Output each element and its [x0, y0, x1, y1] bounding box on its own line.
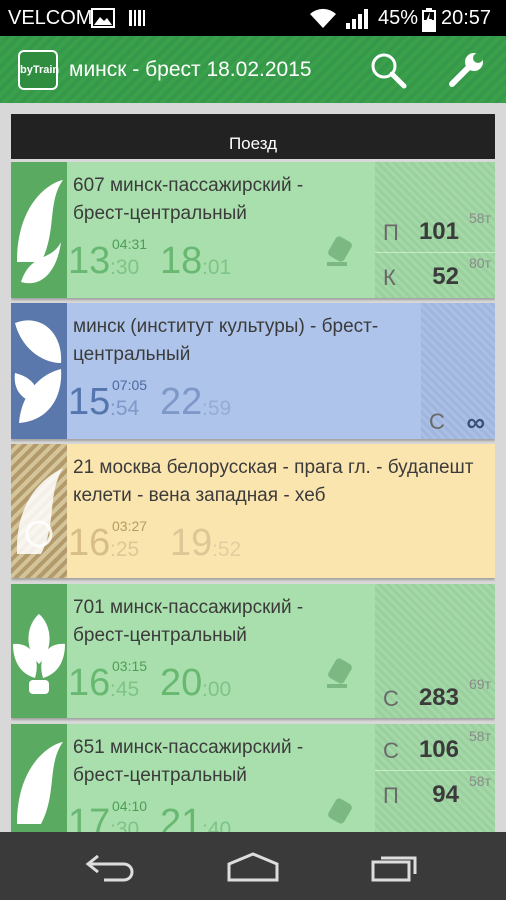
travel-duration: 03:27	[112, 518, 148, 534]
seat-price: 80т	[469, 255, 491, 271]
arrival-hour: 19	[170, 522, 213, 564]
train-list[interactable]: 607 минск-пассажирский - брест-центральн…	[11, 162, 495, 832]
seat-class: С	[383, 738, 399, 763]
wrench-icon[interactable]	[446, 50, 486, 90]
seat-class: С	[383, 686, 399, 711]
departure-hour: 13	[68, 240, 111, 282]
seat-price: 58т	[469, 210, 491, 226]
carrier-label: VELCOM	[8, 7, 93, 29]
departure-hour: 17	[68, 802, 111, 832]
fare-row[interactable]: С 106 58т	[375, 726, 495, 770]
fare-row[interactable]: С ∞	[421, 397, 495, 441]
seat-class: С	[429, 409, 445, 434]
seat-count: 283	[418, 684, 459, 711]
travel-duration: 07:05	[112, 377, 148, 393]
leaf-emblem-icon	[17, 180, 63, 284]
train-type-icon	[328, 798, 352, 824]
seat-price: 69т	[469, 676, 491, 692]
arrival-minutes: :01	[202, 256, 232, 279]
fares-panel: С 283 69т	[375, 584, 495, 718]
clock: 20:57	[441, 7, 492, 29]
search-icon[interactable]	[368, 50, 408, 90]
fare-row[interactable]: К 52 80т	[375, 252, 495, 297]
travel-duration: 04:10	[112, 798, 148, 814]
departure-hour: 16	[68, 662, 111, 704]
departure-minutes: :25	[110, 538, 140, 561]
status-bar: VELCOM 45% 20:57	[0, 0, 506, 36]
departure-hour: 15	[68, 381, 111, 423]
train-name: 21 москва белорусская - прага гл. - буда…	[73, 457, 474, 506]
recent-apps-icon[interactable]	[367, 850, 423, 882]
carrier-emblem	[11, 584, 67, 718]
train-name: 701 минск-пассажирский - брест-центральн…	[73, 597, 304, 646]
arrival-hour: 21	[160, 802, 203, 832]
seat-count: 106	[418, 736, 459, 763]
fares-panel: С 106 58т П 94 58т	[375, 724, 495, 832]
barcode-notification-icon	[129, 10, 145, 26]
signal-icon	[346, 9, 368, 29]
arrival-hour: 20	[160, 662, 203, 704]
train-card[interactable]: 701 минск-пассажирский - брест-центральн…	[11, 584, 495, 718]
seat-price: 58т	[469, 728, 491, 744]
leaf-emblem-icon	[17, 742, 63, 824]
departure-minutes: :30	[110, 818, 140, 832]
train-card[interactable]: 651 минск-пассажирский - брест-центральн…	[11, 724, 495, 832]
route-title: минск - брест 18.02.2015	[69, 58, 312, 81]
travel-duration: 04:31	[112, 236, 148, 252]
battery-icon	[422, 8, 436, 32]
seat-class: П	[383, 220, 399, 245]
arrival-minutes: :00	[202, 678, 232, 701]
fare-row[interactable]: П 94 58т	[375, 770, 495, 815]
train-type-icon	[327, 658, 352, 688]
app-bar: byTrain минск - брест 18.02.2015	[0, 36, 506, 103]
train-type-icon	[327, 236, 352, 266]
arrival-minutes: :59	[202, 397, 232, 420]
battery-percent: 45%	[378, 7, 419, 29]
seat-count: 52	[432, 263, 459, 290]
seat-class: П	[383, 783, 399, 808]
carrier-emblem	[11, 162, 67, 298]
fare-row[interactable]: П 101 58т	[375, 208, 495, 252]
flower-emblem-icon	[14, 320, 62, 423]
flower-emblem-icon	[13, 614, 65, 694]
train-name: минск (институт культуры) - брест-центра…	[73, 316, 379, 365]
navigation-bar	[0, 832, 506, 900]
train-card[interactable]: минск (институт культуры) - брест-центра…	[11, 303, 495, 439]
carrier-emblem	[11, 444, 67, 578]
carrier-emblem	[11, 724, 67, 832]
home-icon[interactable]	[225, 850, 281, 882]
leaf-emblem-icon	[16, 468, 63, 554]
train-card[interactable]: 607 минск-пассажирский - брест-центральн…	[11, 162, 495, 298]
list-header: Поезд	[11, 114, 495, 159]
arrival-hour: 18	[160, 240, 203, 282]
wifi-icon	[310, 8, 336, 28]
travel-duration: 03:15	[112, 658, 148, 674]
seat-count: 94	[432, 781, 459, 808]
back-icon[interactable]	[84, 850, 140, 882]
arrival-minutes: :40	[202, 818, 232, 832]
seat-class: К	[383, 265, 396, 290]
seat-price: 58т	[469, 773, 491, 789]
arrival-minutes: :52	[212, 538, 242, 561]
train-name: 607 минск-пассажирский - брест-центральн…	[73, 175, 304, 224]
fares-panel: П 101 58т К 52 80т	[375, 162, 495, 298]
seat-count: 101	[418, 218, 459, 245]
departure-minutes: :45	[110, 678, 140, 701]
carrier-emblem	[11, 303, 67, 439]
fare-row[interactable]: С 283 69т	[375, 674, 495, 718]
arrival-hour: 22	[160, 381, 203, 423]
departure-hour: 16	[68, 522, 111, 564]
train-card[interactable]: 21 москва белорусская - прага гл. - буда…	[11, 444, 495, 578]
image-notification-icon	[91, 8, 115, 28]
train-name: 651 минск-пассажирский - брест-центральн…	[73, 737, 304, 786]
fares-panel: С ∞	[421, 303, 495, 439]
seat-count: ∞	[466, 407, 485, 437]
departure-minutes: :30	[110, 256, 140, 279]
app-logo[interactable]: byTrain	[18, 50, 59, 90]
departure-minutes: :54	[110, 397, 140, 420]
